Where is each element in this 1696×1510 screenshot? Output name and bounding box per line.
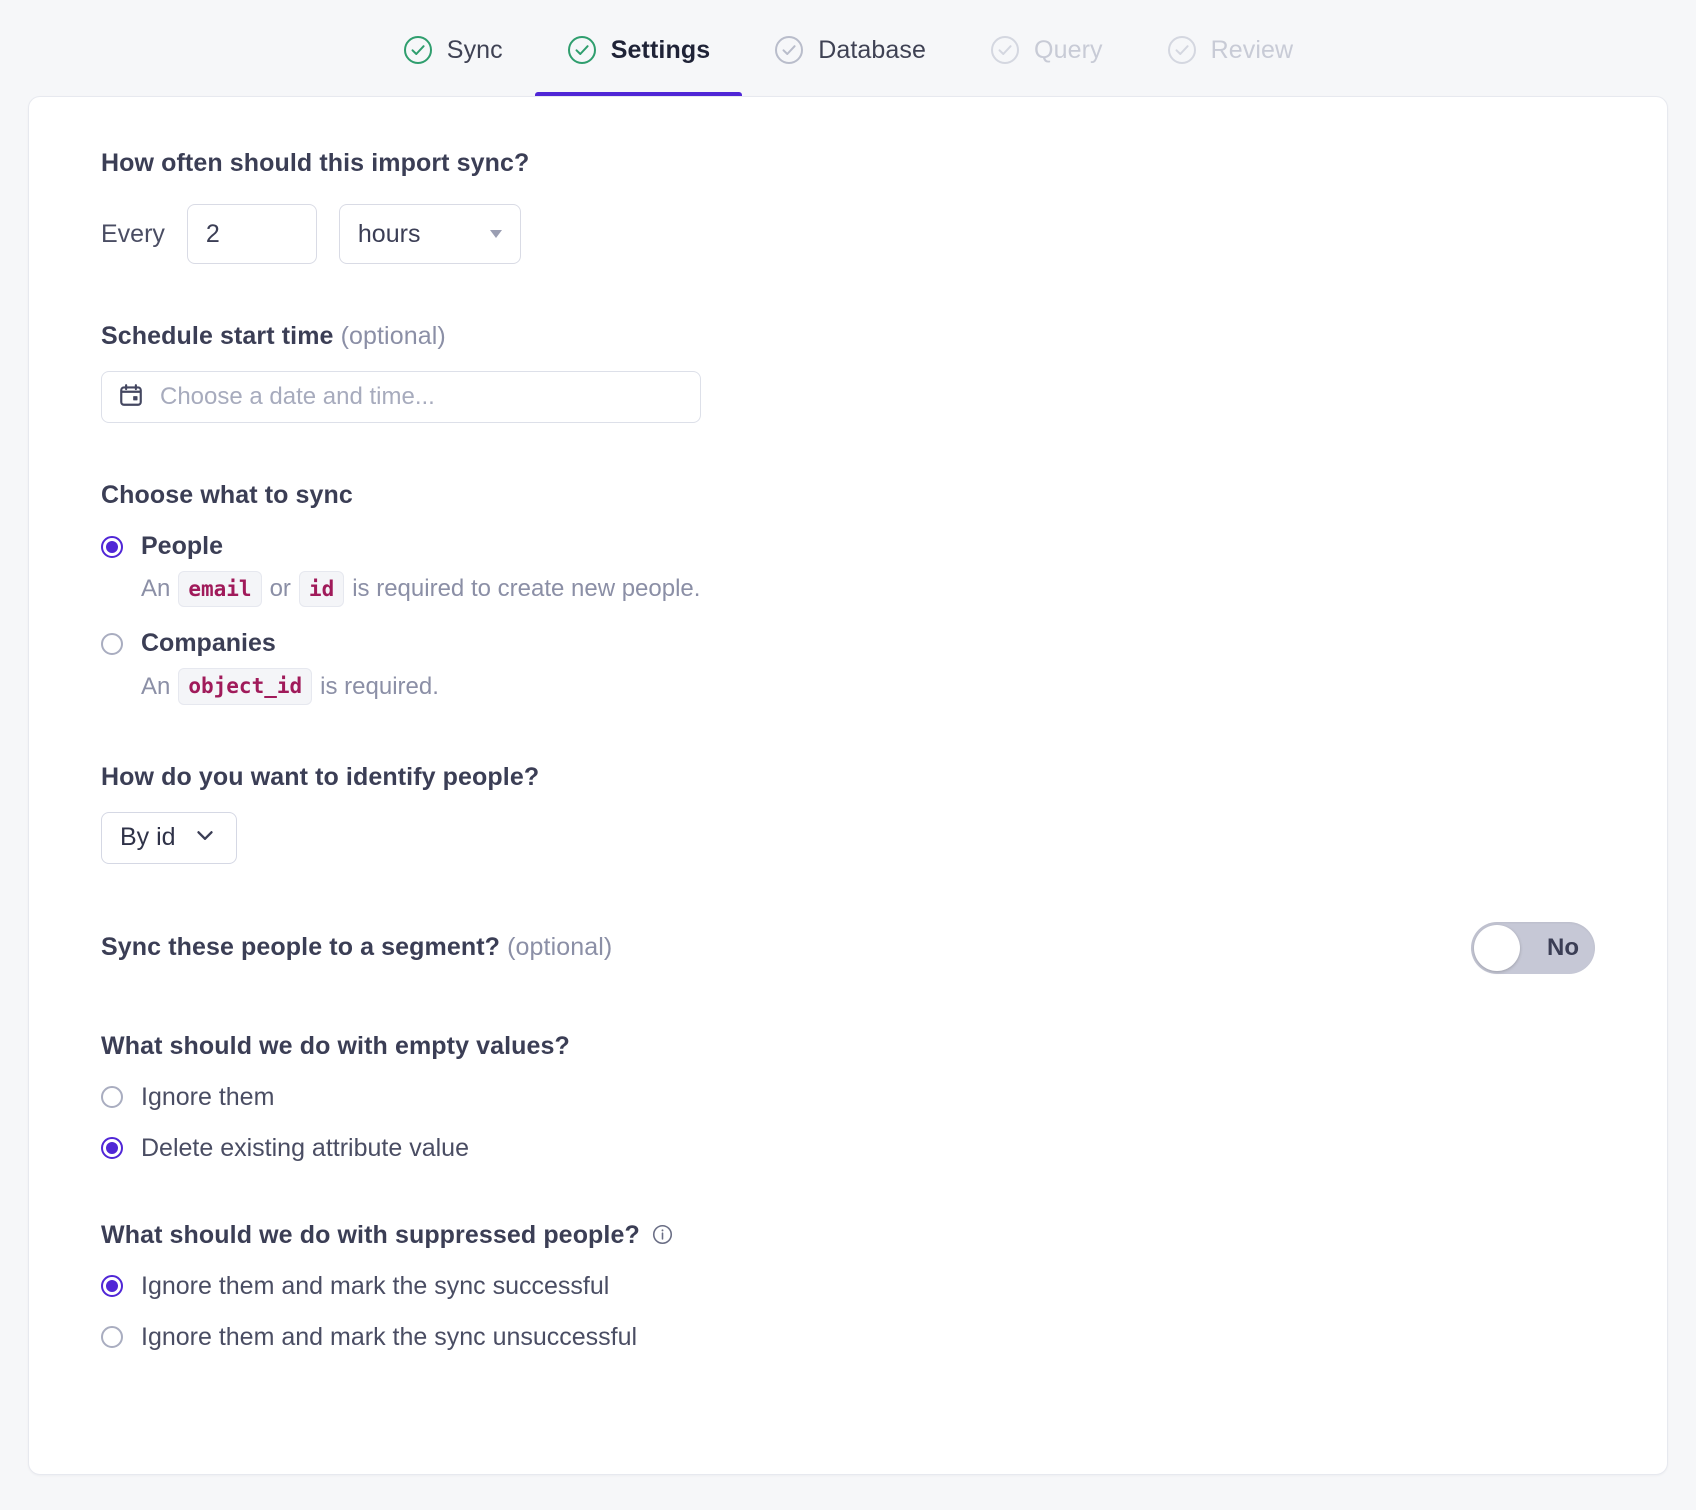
identify-section: How do you want to identify people? By i… (101, 763, 1595, 864)
segment-title-text: Sync these people to a segment? (101, 933, 501, 962)
people-hint-prefix: An (141, 575, 171, 603)
radio-icon[interactable] (101, 632, 123, 655)
schedule-section: Schedule start time (optional) Choose a … (101, 322, 1595, 423)
segment-toggle[interactable]: No (1471, 921, 1595, 974)
wizard-stepper: Sync Settings Database Query Review (0, 0, 1696, 98)
companies-hint-suffix: is required. (320, 672, 439, 700)
toggle-knob (1474, 924, 1520, 971)
schedule-datetime-field[interactable]: Choose a date and time... (101, 371, 701, 423)
radio-option-suppressed-unsuccessful[interactable]: Ignore them and mark the sync unsuccessf… (101, 1323, 1595, 1352)
radio-option-suppressed-successful[interactable]: Ignore them and mark the sync successful (101, 1272, 1595, 1301)
step-settings[interactable]: Settings (534, 2, 743, 98)
info-icon[interactable] (652, 1223, 673, 1244)
frequency-value-input[interactable] (186, 204, 317, 264)
suppressed-section: What should we do with suppressed people… (101, 1221, 1595, 1352)
step-label-review: Review (1210, 35, 1294, 64)
frequency-section: How often should this import sync? Every… (101, 149, 1595, 264)
check-circle-icon (1167, 35, 1197, 65)
radio-option-companies[interactable]: Companies (101, 629, 1595, 658)
sync-target-section: Choose what to sync People An email or i… (101, 481, 1595, 705)
radio-icon[interactable] (101, 535, 123, 558)
people-hint-suffix: is required to create new people. (352, 575, 701, 603)
step-label-settings: Settings (610, 35, 711, 64)
calendar-icon (118, 382, 144, 413)
segment-optional-tag: (optional) (507, 933, 613, 962)
empty-values-title: What should we do with empty values? (101, 1031, 570, 1060)
step-label-sync: Sync (446, 35, 503, 64)
radio-option-delete-attribute[interactable]: Delete existing attribute value (101, 1134, 1595, 1163)
people-hint: An email or id is required to create new… (141, 571, 1595, 608)
radio-icon[interactable] (101, 1275, 123, 1298)
segment-title: Sync these people to a segment? (optiona… (101, 933, 612, 962)
token-email: email (178, 571, 262, 608)
schedule-title: Schedule start time (optional) (101, 322, 1595, 351)
step-database[interactable]: Database (742, 2, 958, 98)
identify-title: How do you want to identify people? (101, 762, 540, 791)
schedule-title-text: Schedule start time (101, 322, 334, 350)
identify-method-select[interactable]: By id (101, 811, 237, 864)
radio-label-suppressed-unsuccessful: Ignore them and mark the sync unsuccessf… (141, 1322, 638, 1351)
step-label-database: Database (818, 35, 927, 64)
frequency-unit-value: hours (357, 219, 421, 248)
companies-hint-prefix: An (141, 672, 171, 700)
token-object-id: object_id (178, 668, 313, 705)
check-circle-icon (774, 35, 804, 65)
frequency-controls: Every hours (101, 204, 1595, 264)
radio-option-ignore-empty[interactable]: Ignore them (101, 1083, 1595, 1112)
step-query[interactable]: Query (958, 2, 1135, 98)
radio-label-ignore-empty: Ignore them (141, 1082, 275, 1111)
radio-label-delete-attribute: Delete existing attribute value (141, 1133, 469, 1162)
suppressed-title: What should we do with suppressed people… (101, 1221, 1595, 1250)
frequency-title: How often should this import sync? (101, 149, 530, 177)
check-circle-icon (567, 35, 597, 65)
step-label-query: Query (1034, 35, 1103, 64)
every-label: Every (101, 219, 165, 248)
suppressed-title-text: What should we do with suppressed people… (101, 1220, 640, 1249)
chevron-down-icon (192, 822, 218, 853)
frequency-unit-select[interactable]: hours (338, 204, 521, 264)
check-circle-icon (403, 35, 433, 65)
radio-option-people[interactable]: People (101, 532, 1595, 561)
check-circle-icon (990, 35, 1020, 65)
token-id: id (298, 571, 345, 608)
radio-icon[interactable] (101, 1137, 123, 1160)
step-sync[interactable]: Sync (371, 2, 535, 98)
settings-card: How often should this import sync? Every… (28, 96, 1668, 1475)
segment-toggle-state: No (1547, 933, 1579, 961)
radio-label-suppressed-successful: Ignore them and mark the sync successful (141, 1271, 610, 1300)
people-hint-middle: or (269, 575, 291, 603)
companies-hint: An object_id is required. (141, 668, 1595, 705)
radio-label-people: People (141, 532, 223, 560)
segment-section: Sync these people to a segment? (optiona… (101, 921, 1595, 974)
radio-label-companies: Companies (141, 629, 276, 658)
sync-target-title: Choose what to sync (101, 481, 353, 509)
step-review[interactable]: Review (1135, 2, 1326, 98)
identify-method-value: By id (120, 823, 176, 852)
schedule-optional-tag: (optional) (340, 322, 446, 350)
radio-icon[interactable] (101, 1326, 123, 1349)
schedule-datetime-placeholder: Choose a date and time... (160, 383, 435, 410)
empty-values-section: What should we do with empty values? Ign… (101, 1032, 1595, 1163)
chevron-down-icon (489, 230, 502, 238)
radio-icon[interactable] (101, 1086, 123, 1109)
